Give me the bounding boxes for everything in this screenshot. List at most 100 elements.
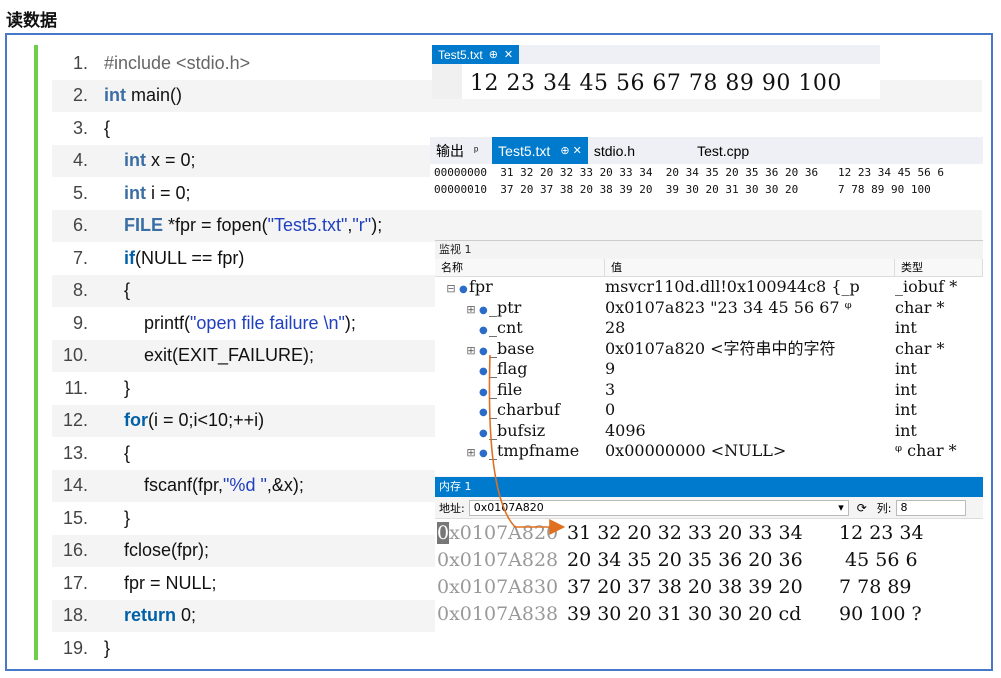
close-icon[interactable]: ✕ xyxy=(504,48,513,61)
memory-address: 0x0107A828 xyxy=(435,549,567,571)
code-token: "Test5.txt" xyxy=(267,215,348,236)
columns-label: 列: xyxy=(876,501,892,515)
watch-name: _cnt xyxy=(489,318,523,337)
hex-rows: 00000000 31 32 20 32 33 20 33 34 20 34 3… xyxy=(430,164,983,198)
pin-icon[interactable]: ᵖ xyxy=(474,145,478,157)
code-text: } xyxy=(104,508,130,529)
hex-editor-panel: 输出 ᵖ Test5.txt ⊕ ✕ stdio.h Test.cpp 00000000 … xyxy=(430,137,983,203)
refresh-icon[interactable]: ⟳ xyxy=(857,501,867,515)
watch-type: char * xyxy=(895,338,945,358)
watch-header: 名称 值 类型 xyxy=(435,259,983,277)
memory-toolbar: 地址: 0x0107A820 ▾ ⟳ 列: 8 xyxy=(435,497,983,519)
watch-row[interactable]: ⊞ ●_tmpfname 0x00000000 <NULL> ᵠ char * xyxy=(435,441,983,462)
line-number: 4. xyxy=(72,150,88,171)
tab--[interactable]: 输出 ᵖ xyxy=(430,137,484,164)
code-text: int x = 0; xyxy=(104,150,196,171)
code-text: #include <stdio.h> xyxy=(104,53,250,74)
code-token: main() xyxy=(126,85,183,106)
watch-type: char * xyxy=(895,297,945,317)
code-token: i = 0; xyxy=(146,182,191,203)
tab-stdio-h[interactable]: stdio.h xyxy=(588,137,641,164)
code-token: fclose(fpr); xyxy=(104,540,210,561)
collapse-icon[interactable]: ⊟ xyxy=(443,279,459,298)
code-token: ,&x); xyxy=(266,475,304,496)
watch-col-value[interactable]: 值 xyxy=(605,259,895,276)
code-token: "open file failure \n" xyxy=(190,312,345,333)
watch-row[interactable]: ●_charbuf 0 int xyxy=(435,400,983,421)
line-number: 9. xyxy=(72,312,88,333)
watch-row[interactable]: ⊟ ●fpr msvcr110d.dll!0x100944c8 {_p _iobuf … xyxy=(435,277,983,298)
watch-row[interactable]: ●_flag 9 int xyxy=(435,359,983,380)
watch-name-cell: ●_cnt xyxy=(435,318,605,339)
code-token: return xyxy=(124,605,177,626)
memory-panel: 内存 1 地址: 0x0107A820 ▾ ⟳ 列: 8 0x0107A820 3… xyxy=(435,477,983,632)
expand-icon[interactable]: ⊞ xyxy=(463,341,479,360)
tab-test5-txt[interactable]: Test5.txt ⊕ ✕ xyxy=(432,45,520,64)
watch-row[interactable]: ●_bufsiz 4096 int xyxy=(435,421,983,442)
code-text: if(NULL == fpr) xyxy=(104,248,244,269)
tab-label: Test.cpp xyxy=(697,142,750,159)
watch-row[interactable]: ●_file 3 int xyxy=(435,380,983,401)
address-value: 0x0107A820 xyxy=(473,500,544,514)
hex-row: 00000010 37 20 37 38 20 38 39 20 39 30 2… xyxy=(434,183,931,196)
watch-name: _ptr xyxy=(489,297,522,317)
memory-address-text: 0x0107A828 xyxy=(437,548,559,571)
file-viewer-tabbar: Test5.txt ⊕ ✕ xyxy=(432,45,880,64)
tab-test-cpp[interactable]: Test.cpp xyxy=(691,137,755,164)
address-input[interactable]: 0x0107A820 ▾ xyxy=(468,499,849,516)
memory-address-text: 0x0107A830 xyxy=(437,575,559,598)
code-token: int xyxy=(124,182,147,203)
watch-name: _flag xyxy=(489,359,528,378)
watch-value: 4096 xyxy=(605,420,646,440)
pin-icon[interactable]: ⊕ xyxy=(489,48,498,61)
tab-label: 输出 xyxy=(436,142,464,159)
hex-editor-tabbar: 输出 ᵖ Test5.txt ⊕ ✕ stdio.h Test.cpp xyxy=(430,137,983,164)
memory-ascii: 12 23 34 xyxy=(839,521,924,544)
watch-type: int xyxy=(895,359,917,378)
line-number: 17. xyxy=(62,572,88,593)
watch-col-name[interactable]: 名称 xyxy=(435,259,605,276)
code-text: FILE *fpr = fopen("Test5.txt","r"); xyxy=(104,215,382,236)
watch-rows: ⊟ ●fpr msvcr110d.dll!0x100944c8 {_p _iobuf … xyxy=(435,277,983,462)
watch-value: msvcr110d.dll!0x100944c8 {_p xyxy=(605,277,860,296)
field-icon: ● xyxy=(479,407,488,418)
code-token: 0; xyxy=(176,605,197,626)
memory-ascii: 45 56 6 xyxy=(839,548,918,571)
code-text: { xyxy=(104,280,130,301)
memory-row: 0x0107A828 20 34 35 20 35 36 20 36 45 56 … xyxy=(435,546,983,573)
watch-row[interactable]: ⊞ ●_ptr 0x0107a823 "23 34 45 56 67 ᵠ char * xyxy=(435,298,983,319)
watch-row[interactable]: ●_cnt 28 int xyxy=(435,318,983,339)
watch-col-type[interactable]: 类型 xyxy=(895,259,983,276)
code-token: } xyxy=(104,377,131,398)
code-token: (i = 0;i<10;++i) xyxy=(148,410,265,431)
code-token: x = 0; xyxy=(146,150,196,171)
memory-row: 0x0107A830 37 20 37 38 20 38 39 20 7 78 89 xyxy=(435,573,983,600)
field-icon: ● xyxy=(459,284,468,295)
code-text: fclose(fpr); xyxy=(104,540,209,561)
watch-value: 28 xyxy=(605,318,626,337)
code-token: #include <stdio.h> xyxy=(104,52,251,73)
code-token: "r" xyxy=(352,215,372,236)
watch-row[interactable]: ⊞ ●_base 0x0107a820 <字符串中的字符 char * xyxy=(435,339,983,360)
code-gutter-bar xyxy=(34,45,38,660)
expand-icon[interactable]: ⊞ xyxy=(463,443,479,462)
hex-row: 00000000 31 32 20 32 33 20 33 34 20 34 3… xyxy=(434,166,944,179)
code-token: "%d " xyxy=(223,475,267,496)
columns-input[interactable]: 8 xyxy=(895,499,966,516)
pin-icon[interactable]: ⊕ ✕ xyxy=(560,144,582,157)
expand-icon[interactable]: ⊞ xyxy=(463,300,479,319)
line-number: 18. xyxy=(62,605,88,626)
watch-type: int xyxy=(895,400,917,419)
chevron-down-icon[interactable]: ▾ xyxy=(838,501,844,515)
watch-name-cell: ●_flag xyxy=(435,359,605,380)
code-token: { xyxy=(104,117,111,138)
memory-bytes: 37 20 37 38 20 38 39 20 xyxy=(567,575,803,598)
code-text: } xyxy=(104,638,110,659)
memory-row: 0x0107A820 31 32 20 32 33 20 33 34 12 23 3… xyxy=(435,519,983,546)
tab-test5-txt[interactable]: Test5.txt ⊕ ✕ xyxy=(492,137,588,164)
field-icon: ● xyxy=(479,304,488,316)
watch-value: 3 xyxy=(605,379,616,399)
watch-name: _base xyxy=(489,338,535,358)
memory-address: 0x0107A838 xyxy=(435,603,567,625)
